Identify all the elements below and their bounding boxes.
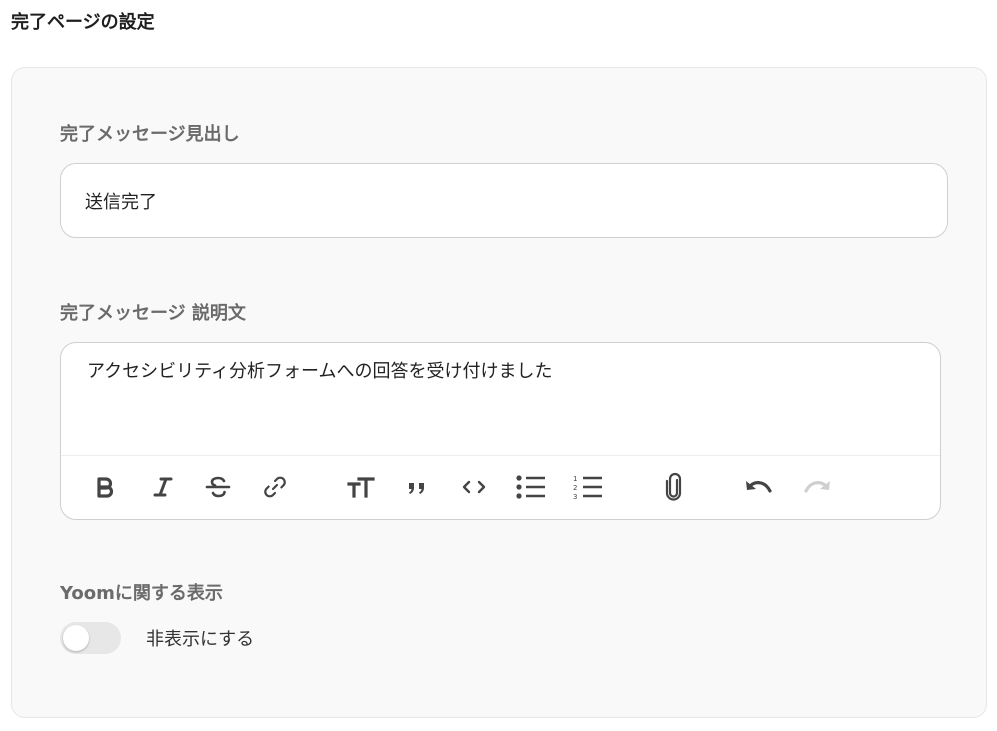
attachment-icon[interactable] (658, 471, 690, 503)
strikethrough-icon[interactable] (202, 471, 234, 503)
svg-text:2: 2 (573, 484, 577, 492)
headline-label: 完了メッセージ見出し (60, 124, 240, 145)
hide-yoom-toggle[interactable] (60, 622, 121, 654)
hide-toggle-row: 非表示にする (60, 622, 254, 654)
text-size-icon[interactable] (345, 471, 377, 503)
link-icon[interactable] (259, 471, 291, 503)
bullet-list-icon[interactable] (515, 471, 547, 503)
description-editor-content[interactable]: アクセシビリティ分析フォームへの回答を受け付けました (61, 343, 940, 456)
quote-icon[interactable] (401, 471, 433, 503)
numbered-list-icon[interactable]: 123 (572, 471, 604, 503)
description-editor: アクセシビリティ分析フォームへの回答を受け付けました 1 2 3 (60, 342, 941, 520)
yoom-display-label: Yoomに関する表示 (60, 583, 223, 604)
headline-input[interactable]: 送信完了 (60, 163, 948, 238)
svg-text:3: 3 (573, 493, 577, 500)
description-label: 完了メッセージ 説明文 (60, 303, 246, 324)
page-title: 完了ページの設定 (11, 12, 155, 33)
undo-icon[interactable] (743, 471, 775, 503)
completion-settings-panel: 完了メッセージ見出し 送信完了 完了メッセージ 説明文 アクセシビリティ分析フォ… (11, 67, 987, 718)
bold-icon[interactable] (89, 471, 121, 503)
toggle-knob (63, 625, 89, 651)
svg-text:1: 1 (573, 475, 577, 483)
code-icon[interactable] (458, 471, 490, 503)
redo-icon[interactable] (801, 471, 833, 503)
hide-toggle-label: 非表示にする (146, 629, 255, 650)
editor-toolbar: 123 (61, 456, 940, 519)
italic-icon[interactable] (147, 471, 179, 503)
